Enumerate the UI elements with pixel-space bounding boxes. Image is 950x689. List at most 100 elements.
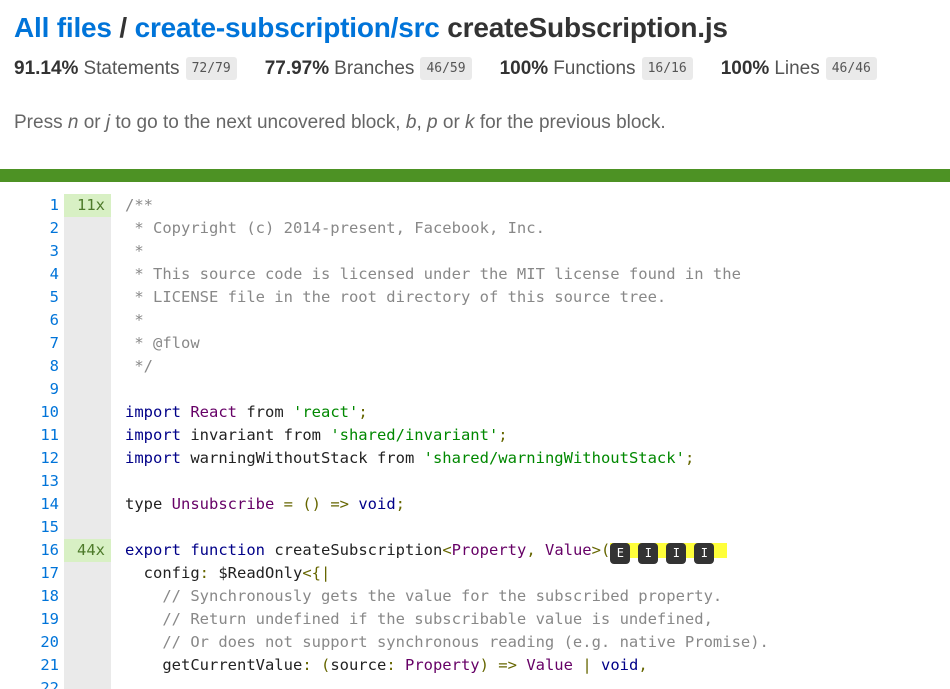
code-line: 20 // Or does not support synchronous re… [0,631,950,654]
hint-text: or [437,112,466,133]
line-source: * @flow [125,334,200,352]
line-number-link[interactable]: 9 [0,378,64,401]
line-number-link[interactable]: 21 [0,654,64,677]
hit-count [64,654,111,677]
stat-lines-pct: 100% [720,57,770,79]
code-line: 7 * @flow [0,332,950,355]
line-source [111,677,125,689]
code-line: 5 * LICENSE file in the root directory o… [0,286,950,309]
code-line: 4 * This source code is licensed under t… [0,263,950,286]
hint-key-p: p [427,112,438,133]
breadcrumb-all-files-link[interactable]: All files [14,12,112,43]
line-number-link[interactable]: 5 [0,286,64,309]
hit-count [64,355,111,378]
line-number-link[interactable]: 3 [0,240,64,263]
if-path-not-taken-badge: I [638,543,659,564]
code-line: 6 * [0,309,950,332]
hit-count: 44x [64,539,111,562]
hit-count [64,263,111,286]
code-line: 21 getCurrentValue: (source: Property) =… [0,654,950,677]
keyboard-hint: Press n or j to go to the next uncovered… [14,112,666,134]
if-path-not-taken-badge: I [694,543,715,564]
coverage-summary: 91.14% Statements 72/79 77.97% Branches … [14,57,905,80]
hint-text: Press [14,112,68,133]
hit-count [64,447,111,470]
code-line: 1 11x /** [0,194,950,217]
hit-count [64,217,111,240]
hit-count [64,493,111,516]
stat-functions-label: Functions [553,57,636,79]
line-number-link[interactable]: 7 [0,332,64,355]
line-number-link[interactable]: 17 [0,562,64,585]
line-number-link[interactable]: 19 [0,608,64,631]
line-source: import warningWithoutStack from 'shared/… [125,449,695,467]
hit-count [64,424,111,447]
if-path-not-taken-badge: I [666,543,687,564]
line-number-link[interactable]: 13 [0,470,64,493]
line-source: * LICENSE file in the root directory of … [125,288,667,306]
code-line: 18 // Synchronously gets the value for t… [0,585,950,608]
line-number-link[interactable]: 10 [0,401,64,424]
hint-key-k: k [465,112,475,133]
hit-count [64,516,111,539]
line-number-link[interactable]: 20 [0,631,64,654]
hint-key-n: n [67,112,79,133]
line-source: */ [125,357,153,375]
hit-count [64,309,111,332]
hit-count [64,401,111,424]
line-source: // Synchronously gets the value for the … [125,587,723,605]
hint-key-b: b [405,112,417,133]
code-line: 2 * Copyright (c) 2014-present, Facebook… [0,217,950,240]
code-line: 9 [0,378,950,401]
hit-count [64,677,111,689]
stat-lines: 100% Lines 46/46 [721,57,877,80]
line-source: * Copyright (c) 2014-present, Facebook, … [125,219,545,237]
code-line: 12 import warningWithoutStack from 'share… [0,447,950,470]
stat-branches-pct: 77.97% [264,57,330,79]
code-line: 15 [0,516,950,539]
line-number-link[interactable]: 18 [0,585,64,608]
hit-count [64,585,111,608]
stat-functions-pct: 100% [499,57,549,79]
else-path-not-taken-badge: E [610,543,631,564]
line-source [111,516,125,539]
hit-count [64,562,111,585]
line-number-link[interactable]: 6 [0,309,64,332]
line-number-link[interactable]: 2 [0,217,64,240]
breadcrumb-separator: / [119,12,127,43]
stat-lines-fraction: 46/46 [825,57,877,80]
line-source [111,470,125,493]
stat-statements: 91.14% Statements 72/79 [14,57,237,80]
stat-statements-pct: 91.14% [14,57,79,79]
code-line: 22 [0,677,950,689]
line-number-link[interactable]: 12 [0,447,64,470]
line-source: config: $ReadOnly<{| [125,564,331,582]
stat-functions-fraction: 16/16 [641,57,693,80]
code-line: 16 44x export function createSubscription<… [0,539,950,564]
line-number-link[interactable]: 11 [0,424,64,447]
hit-count [64,608,111,631]
hit-count [64,631,111,654]
stat-branches: 77.97% Branches 46/59 [265,57,472,80]
page-header: All files / create-subscription/src crea… [14,12,944,44]
file-name: createSubscription.js [447,12,728,43]
stat-branches-fraction: 46/59 [420,57,472,80]
line-source: export function createSubscription<Prope… [111,539,728,564]
line-source: // Or does not support synchronous readi… [125,633,769,651]
line-number-link[interactable]: 14 [0,493,64,516]
hit-count [64,332,111,355]
line-number-link[interactable]: 4 [0,263,64,286]
line-number-link[interactable]: 8 [0,355,64,378]
breadcrumb-directory-link[interactable]: create-subscription/src [135,12,440,43]
line-number-link[interactable]: 16 [0,539,64,562]
line-source: * This source code is licensed under the… [125,265,741,283]
line-number-link[interactable]: 15 [0,516,64,539]
source-code-view: 1 11x /** 2 * Copyright (c) 2014-present, F… [0,194,950,689]
line-number-link[interactable]: 22 [0,677,64,689]
hit-count [64,470,111,493]
stat-statements-label: Statements [83,57,180,79]
line-number-link[interactable]: 1 [0,194,64,217]
line-source: // Return undefined if the subscribable … [125,610,713,628]
code-line: 11 import invariant from 'shared/invarian… [0,424,950,447]
code-line: 8 */ [0,355,950,378]
